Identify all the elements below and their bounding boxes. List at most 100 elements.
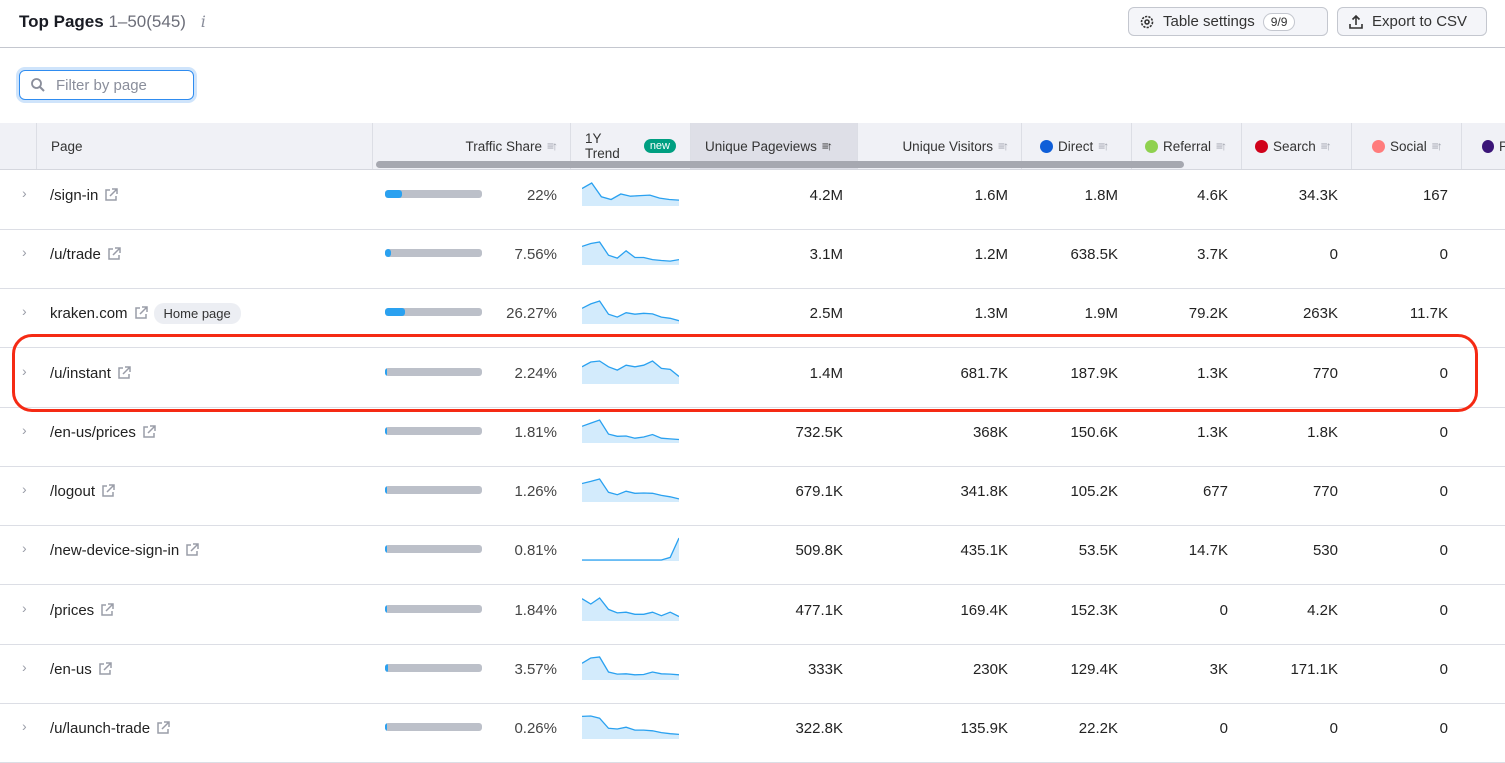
referral-color-dot bbox=[1145, 139, 1158, 153]
sort-icon[interactable]: ≡↑ bbox=[998, 139, 1009, 153]
expand-chevron-icon[interactable]: › bbox=[22, 701, 27, 751]
page-link[interactable]: kraken.com bbox=[50, 305, 128, 322]
traffic-share-value: 0.26% bbox=[514, 719, 557, 737]
table-row[interactable]: › /u/launch-trade 0.26% 322.8K 135.9K 22.2… bbox=[0, 703, 1505, 763]
table-row[interactable]: › kraken.com Home page 26.27% 2.5M 1.3M 1.… bbox=[0, 288, 1505, 348]
expand-chevron-icon[interactable]: › bbox=[22, 227, 27, 277]
page-link[interactable]: /prices bbox=[50, 602, 94, 619]
column-header-paid[interactable]: P bbox=[1462, 123, 1505, 169]
sparkline-area bbox=[582, 538, 679, 561]
filter-input[interactable] bbox=[54, 75, 188, 95]
table-row[interactable]: › /en-us/prices 1.81% 732.5K 368K 150.6K 1.… bbox=[0, 407, 1505, 467]
unique-pageviews-cell: 333K bbox=[807, 660, 843, 678]
direct-cell: 22.2K bbox=[1078, 719, 1118, 737]
sort-icon[interactable]: ≡↑ bbox=[1098, 139, 1109, 153]
page-cell: /u/instant bbox=[50, 348, 131, 398]
page-header-label: Page bbox=[51, 138, 83, 154]
social-cell: 0 bbox=[1439, 364, 1448, 382]
unique-visitors-cell: 230K bbox=[972, 660, 1008, 678]
table-row[interactable]: › /en-us 3.57% 333K 230K 129.4K 3K 171.1K 0 bbox=[0, 644, 1505, 704]
direct-cell: 105.2K bbox=[1070, 482, 1118, 500]
external-link-icon[interactable] bbox=[134, 306, 148, 320]
sort-icon[interactable]: ≡↑ bbox=[547, 139, 558, 153]
page-link[interactable]: /u/trade bbox=[50, 246, 101, 263]
filter-by-page-field[interactable] bbox=[19, 70, 194, 100]
direct-cell: 638.5K bbox=[1070, 245, 1118, 263]
sparkline-area bbox=[582, 479, 679, 502]
page-link[interactable]: /sign-in bbox=[50, 187, 98, 204]
traffic-share-bar bbox=[385, 368, 482, 376]
column-header-social[interactable]: Social ≡↑ bbox=[1352, 123, 1462, 169]
expand-column-header bbox=[0, 123, 37, 169]
trend-label: 1Y Trend bbox=[585, 131, 620, 161]
expand-chevron-icon[interactable]: › bbox=[22, 464, 27, 514]
table-settings-button[interactable]: Table settings 9/9 bbox=[1128, 7, 1328, 36]
table-row[interactable]: › /new-device-sign-in 0.81% 509.8K 435.1K… bbox=[0, 525, 1505, 585]
social-cell: 0 bbox=[1439, 601, 1448, 619]
external-link-icon[interactable] bbox=[104, 188, 119, 202]
external-link-icon[interactable] bbox=[142, 425, 156, 439]
direct-label: Direct bbox=[1058, 138, 1094, 154]
trend-sparkline bbox=[582, 597, 679, 621]
horizontal-scrollbar[interactable] bbox=[376, 161, 1184, 168]
sparkline-area bbox=[582, 657, 679, 680]
referral-cell: 14.7K bbox=[1188, 541, 1228, 559]
table-row[interactable]: › /u/instant 2.24% 1.4M 681.7K 187.9K 1.3K 7… bbox=[0, 348, 1505, 408]
page-cell: /en-us bbox=[50, 644, 112, 694]
table-row[interactable]: › /logout 1.26% 679.1K 341.8K 105.2K 677 770… bbox=[0, 466, 1505, 526]
external-link-icon[interactable] bbox=[101, 484, 115, 498]
expand-chevron-icon[interactable]: › bbox=[22, 168, 27, 218]
sort-icon[interactable]: ≡↑ bbox=[1321, 139, 1332, 153]
page-link[interactable]: /en-us bbox=[50, 661, 92, 678]
sort-icon-active[interactable]: ≡↑ bbox=[822, 139, 833, 153]
referral-cell: 3.7K bbox=[1197, 245, 1228, 263]
page-link[interactable]: /logout bbox=[50, 483, 95, 500]
sparkline-area bbox=[582, 420, 679, 443]
gear-icon bbox=[1140, 15, 1154, 28]
search-cell: 0 bbox=[1329, 719, 1338, 737]
table-row[interactable]: › /sign-in 22% 4.2M 1.6M 1.8M 4.6K 34.3K 167 bbox=[0, 170, 1505, 230]
page-cell: /en-us/prices bbox=[50, 407, 156, 457]
export-csv-button[interactable]: Export to CSV bbox=[1337, 7, 1487, 36]
expand-chevron-icon[interactable]: › bbox=[22, 523, 27, 573]
expand-chevron-icon[interactable]: › bbox=[22, 583, 27, 633]
sparkline-area bbox=[582, 716, 679, 739]
sort-icon[interactable]: ≡↑ bbox=[1216, 139, 1227, 153]
referral-cell: 1.3K bbox=[1197, 364, 1228, 382]
page-cell: /u/trade bbox=[50, 229, 121, 279]
column-header-search[interactable]: Search ≡↑ bbox=[1242, 123, 1352, 169]
social-cell: 0 bbox=[1439, 660, 1448, 678]
unique-visitors-cell: 435.1K bbox=[960, 541, 1008, 559]
sparkline-area bbox=[582, 361, 679, 384]
table-row[interactable]: › /u/trade 7.56% 3.1M 1.2M 638.5K 3.7K 0 0 bbox=[0, 229, 1505, 289]
external-link-icon[interactable] bbox=[117, 366, 131, 380]
external-link-icon[interactable] bbox=[98, 662, 112, 676]
expand-chevron-icon[interactable]: › bbox=[22, 286, 27, 336]
page-link[interactable]: /u/launch-trade bbox=[50, 720, 150, 737]
external-link-icon[interactable] bbox=[100, 603, 114, 617]
external-link-icon[interactable] bbox=[156, 721, 170, 735]
referral-label: Referral bbox=[1163, 138, 1212, 154]
traffic-share-value: 3.57% bbox=[514, 660, 557, 678]
search-color-dot bbox=[1255, 139, 1268, 153]
traffic-share-bar-fill bbox=[385, 249, 391, 257]
search-cell: 1.8K bbox=[1307, 423, 1338, 441]
external-link-icon[interactable] bbox=[185, 543, 199, 557]
expand-chevron-icon[interactable]: › bbox=[22, 642, 27, 692]
info-icon[interactable]: i bbox=[201, 12, 206, 31]
sort-icon[interactable]: ≡↑ bbox=[1432, 139, 1443, 153]
unique-pageviews-cell: 322.8K bbox=[795, 719, 843, 737]
expand-chevron-icon[interactable]: › bbox=[22, 405, 27, 455]
sparkline-area bbox=[582, 598, 679, 621]
external-link-icon[interactable] bbox=[107, 247, 121, 261]
page-link[interactable]: /new-device-sign-in bbox=[50, 542, 179, 559]
trend-sparkline bbox=[582, 715, 679, 739]
direct-cell: 152.3K bbox=[1070, 601, 1118, 619]
trend-sparkline bbox=[582, 478, 679, 502]
traffic-share-label: Traffic Share bbox=[465, 138, 542, 154]
table-row[interactable]: › /prices 1.84% 477.1K 169.4K 152.3K 0 4.2K 0 bbox=[0, 585, 1505, 645]
page-link[interactable]: /u/instant bbox=[50, 365, 111, 382]
page-link[interactable]: /en-us/prices bbox=[50, 424, 136, 441]
search-cell: 0 bbox=[1329, 245, 1338, 263]
expand-chevron-icon[interactable]: › bbox=[22, 346, 27, 396]
